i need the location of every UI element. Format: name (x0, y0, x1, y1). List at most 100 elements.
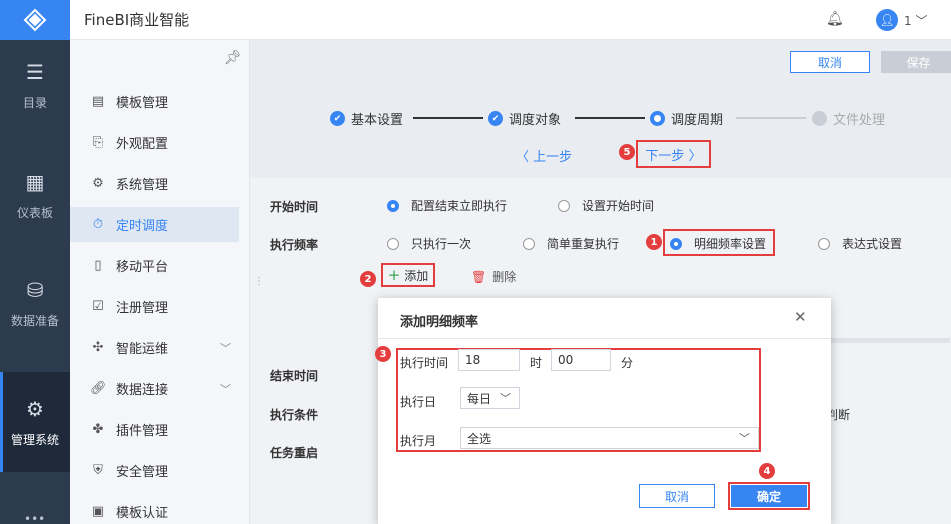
paint-icon: ⎘ (92, 135, 104, 150)
prev-step-button[interactable]: 〈 上一步 (516, 146, 572, 165)
save-button[interactable]: 保存 (881, 51, 951, 73)
link-icon: 🔗︎ (90, 381, 107, 396)
dialog-title: 添加明细频率 (400, 315, 479, 330)
app-header: FineBI商业智能 🔔︎ 👤︎ 1 ﹀ (70, 0, 951, 40)
avatar[interactable]: 👤︎ (876, 9, 898, 31)
cancel-button[interactable]: 取消 (790, 51, 870, 73)
annotation-badge: 3 (375, 346, 391, 362)
start-immediate-radio[interactable]: 配置结束立即执行 (387, 197, 507, 214)
menu-item-label: 移动平台 (116, 260, 169, 275)
add-frequency-dialog: 添加明细频率 ✕ 3 执行时间 18 时 00 分 执行日 每日 ﹀ 执行月 全选… (375, 298, 831, 524)
rail-item-data-prep[interactable]: ⛁ 数据准备 (0, 258, 70, 348)
freq-detailed-radio[interactable]: 明细频率设置 (670, 235, 766, 252)
rail-item-dashboard[interactable]: ▦ 仪表板 (0, 150, 70, 240)
step-connector (736, 117, 806, 119)
minute-input[interactable]: 00 (551, 349, 611, 371)
delete-label: 删除 (492, 270, 517, 284)
rail-item-label: 数据准备 (10, 313, 59, 328)
resize-handle[interactable]: ⋮ (254, 276, 264, 287)
annotation-badge: 5 (619, 144, 635, 160)
add-button[interactable]: + 添加 (381, 263, 435, 287)
radio-label: 表达式设置 (842, 237, 903, 251)
menu-item-security[interactable]: ⛨ 安全管理 (70, 453, 239, 488)
step-basic: ✔ 基本设置 (330, 109, 403, 128)
admin-menu: 📌︎ ▤ 模板管理 ⎘ 外观配置 ⚙ 系统管理 ⏱ 定时调度 ▯ 移动平台 ☑ 注册管理 ✣… (70, 40, 250, 524)
app-title: FineBI商业智能 (84, 11, 190, 29)
menu-item-label: 系统管理 (116, 178, 169, 193)
menu-item-label: 智能运维 (116, 342, 169, 357)
shield-icon: ⛨ (93, 463, 103, 478)
dialog-cancel-button[interactable]: 取消 (639, 484, 715, 508)
menu-item-mobile[interactable]: ▯ 移动平台 (70, 248, 239, 283)
menu-item-template[interactable]: ▤ 模板管理 (70, 84, 239, 119)
timer-icon: ⏱ (92, 217, 104, 232)
exec-month-select[interactable]: 全选 ﹀ (460, 427, 759, 449)
freq-simple-radio[interactable]: 简单重复执行 (523, 235, 619, 252)
finebi-logo-icon[interactable] (0, 0, 70, 40)
plus-icon: + (387, 266, 401, 284)
icon-rail: ☰ 目录 ▦ 仪表板 ⛁ 数据准备 ⚙ 管理系统 ••• (0, 0, 70, 524)
menu-item-label: 模板管理 (116, 96, 169, 111)
annotation-badge: 1 (646, 234, 662, 250)
dialog-ok-button[interactable]: 确定 (731, 485, 807, 507)
menu-item-register[interactable]: ☑ 注册管理 (70, 289, 239, 324)
exec-day-select[interactable]: 每日 ﹀ (460, 387, 520, 409)
menu-item-label: 数据连接 (116, 383, 169, 398)
minute-unit: 分 (621, 356, 634, 370)
menu-item-label: 安全管理 (116, 465, 169, 480)
freq-once-radio[interactable]: 只执行一次 (387, 235, 471, 252)
start-set-time-radio[interactable]: 设置开始时间 (558, 197, 654, 214)
step-connector (575, 117, 645, 119)
menu-item-label: 外观配置 (116, 137, 169, 152)
check-icon: ✔ (330, 111, 345, 126)
gear-icon: ⚙ (26, 396, 44, 421)
menu-item-ops[interactable]: ✣ 智能运维 ﹀ (70, 330, 239, 365)
step-period: 调度周期 (650, 109, 723, 128)
step-object: ✔ 调度对象 (488, 109, 561, 128)
template-icon: ▤ (91, 94, 105, 109)
next-step-label: 下一步 (645, 148, 685, 164)
list-icon: ☰ (26, 59, 44, 84)
step-label: 文件处理 (833, 113, 886, 128)
menu-item-certification[interactable]: ▣ 模板认证 (70, 494, 239, 524)
next-step-button[interactable]: 下一步 〉 (636, 140, 711, 168)
ops-icon: ✣ (92, 340, 104, 355)
pin-icon[interactable]: 📌︎ (224, 50, 242, 66)
more-icon: ••• (24, 512, 46, 524)
menu-item-connection[interactable]: 🔗︎ 数据连接 ﹀ (70, 371, 239, 406)
settings-icon: ⚙ (92, 176, 104, 191)
exec-time-label: 执行时间 (400, 356, 449, 370)
user-menu[interactable]: 1 ﹀ (904, 12, 927, 29)
menu-item-label: 插件管理 (116, 424, 169, 439)
chevron-down-icon: ﹀ (500, 392, 511, 405)
menu-item-plugins[interactable]: ✤ 插件管理 (70, 412, 239, 447)
add-label: 添加 (404, 268, 429, 283)
check-icon: ✔ (488, 111, 503, 126)
register-icon: ☑ (92, 299, 104, 314)
close-icon[interactable]: ✕ (794, 308, 807, 326)
exec-month-label: 执行月 (400, 434, 437, 448)
radio-label: 配置结束立即执行 (411, 199, 508, 213)
bell-icon[interactable]: 🔔︎ (826, 11, 844, 27)
radio-label: 明细频率设置 (694, 237, 767, 251)
menu-item-label: 注册管理 (116, 301, 169, 316)
database-icon: ⛁ (26, 277, 44, 302)
chevron-down-icon: ﹀ (220, 341, 231, 355)
chevron-left-icon: 〈 (516, 150, 530, 165)
pending-step-icon (812, 111, 827, 126)
condition-label: 执行条件 (270, 408, 319, 422)
menu-item-appearance[interactable]: ⎘ 外观配置 (70, 125, 239, 160)
exec-day-label: 执行日 (400, 395, 437, 409)
rail-item-admin[interactable]: ⚙ 管理系统 (0, 372, 70, 472)
user-name: 1 (904, 14, 912, 28)
menu-item-schedule[interactable]: ⏱ 定时调度 (70, 207, 239, 242)
chevron-down-icon: ﹀ (220, 382, 231, 396)
menu-item-system[interactable]: ⚙ 系统管理 (70, 166, 239, 201)
rail-item-label: 管理系统 (10, 432, 59, 447)
delete-button[interactable]: 🗑︎ 删除 (471, 268, 516, 285)
end-time-label: 结束时间 (270, 369, 319, 383)
freq-expression-radio[interactable]: 表达式设置 (818, 235, 902, 252)
current-step-icon (650, 111, 665, 126)
rail-item-catalog[interactable]: ☰ 目录 (0, 40, 70, 130)
hour-input[interactable]: 18 (458, 349, 520, 371)
